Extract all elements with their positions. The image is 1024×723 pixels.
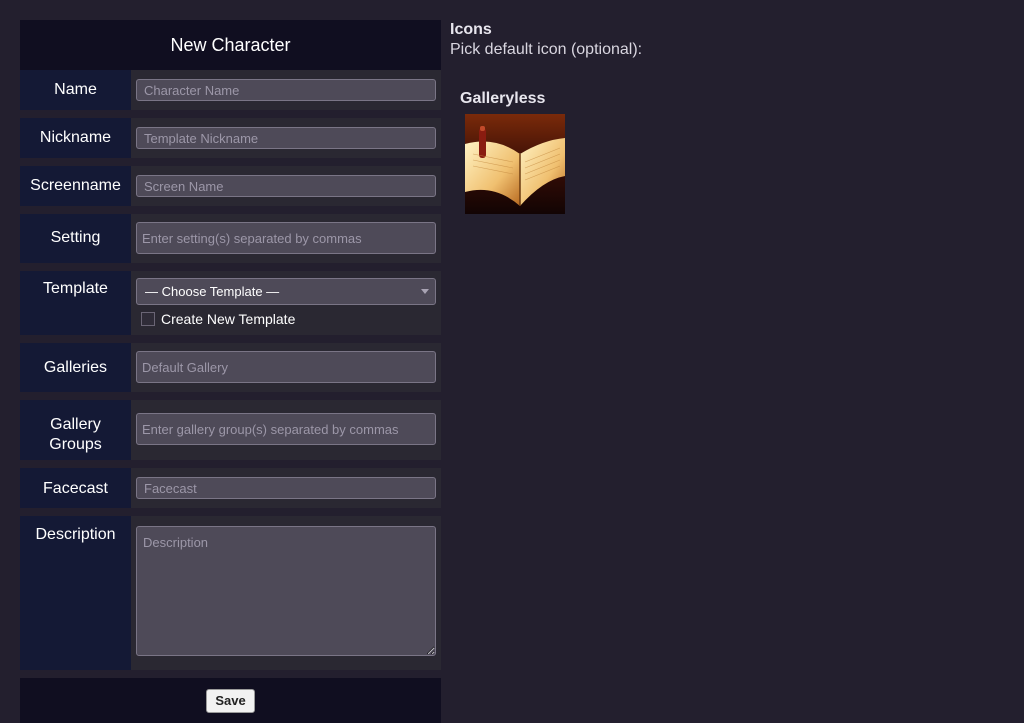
gallery-groups-label: Gallery Groups: [20, 400, 131, 460]
nickname-input[interactable]: [136, 127, 436, 149]
form-title: New Character: [20, 20, 441, 70]
gallery-groups-input[interactable]: [136, 413, 436, 445]
chevron-down-icon: [421, 289, 429, 294]
nickname-row: Nickname: [20, 118, 441, 166]
icons-panel: Icons Pick default icon (optional): Gall…: [450, 20, 642, 214]
create-template-option: Create New Template: [136, 311, 436, 327]
template-label: Template: [20, 271, 131, 335]
gallery-groups-row: Gallery Groups: [20, 400, 441, 468]
setting-row: Setting: [20, 214, 441, 271]
gallery-name: Galleryless: [460, 90, 546, 107]
template-select[interactable]: — Choose Template —: [136, 278, 436, 305]
galleries-label: Galleries: [20, 343, 131, 392]
open-book-icon[interactable]: [465, 114, 565, 214]
form-footer: Save: [20, 678, 441, 723]
screenname-input[interactable]: [136, 175, 436, 197]
gallery-groups-label-line2: Groups: [49, 435, 102, 453]
icons-subtitle: Pick default icon (optional):: [450, 41, 643, 58]
name-label: Name: [20, 70, 131, 110]
screenname-row: Screenname: [20, 166, 441, 214]
galleries-row: Galleries: [20, 343, 441, 400]
create-template-checkbox[interactable]: [141, 312, 155, 326]
description-row: Description: [20, 516, 441, 678]
template-select-value: — Choose Template —: [145, 284, 280, 299]
setting-input[interactable]: [136, 222, 436, 254]
name-row: Name: [20, 70, 441, 118]
new-character-form: New Character Name Nickname Screenname S…: [20, 20, 441, 723]
facecast-label: Facecast: [20, 468, 131, 508]
create-template-label: Create New Template: [161, 311, 296, 327]
facecast-row: Facecast: [20, 468, 441, 516]
facecast-input[interactable]: [136, 477, 436, 499]
gallery-groups-label-line1: Gallery: [50, 415, 101, 433]
template-row: Template — Choose Template — Create New …: [20, 271, 441, 343]
icons-heading: Icons: [450, 21, 492, 38]
name-input[interactable]: [136, 79, 436, 101]
nickname-label: Nickname: [20, 118, 131, 158]
save-button[interactable]: Save: [206, 688, 255, 713]
description-textarea[interactable]: [136, 526, 436, 656]
galleries-input[interactable]: [136, 351, 436, 383]
description-label: Description: [20, 516, 131, 670]
setting-label: Setting: [20, 214, 131, 263]
screenname-label: Screenname: [20, 166, 131, 206]
